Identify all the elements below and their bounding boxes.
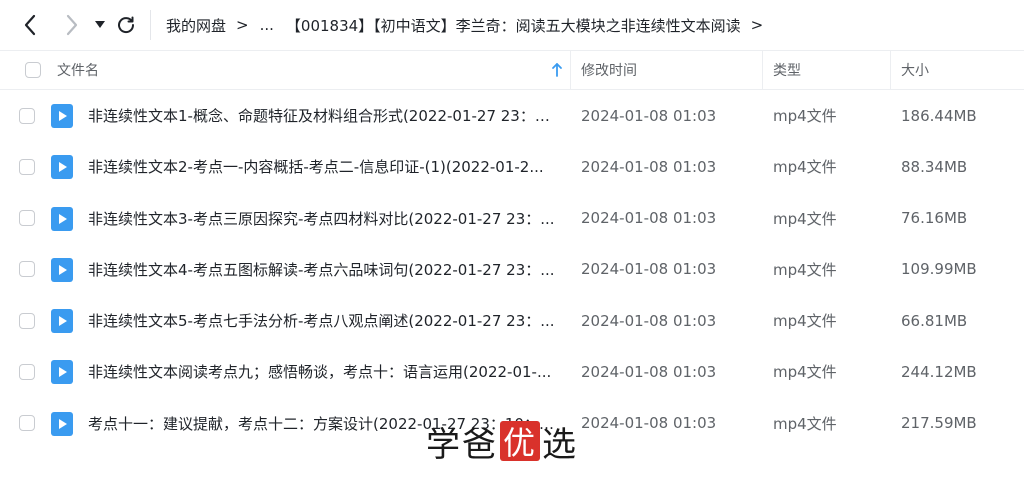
- column-header-size[interactable]: 大小: [901, 51, 929, 89]
- breadcrumb-separator: >: [236, 16, 249, 34]
- breadcrumb-separator[interactable]: >: [751, 16, 764, 34]
- file-size: 66.81MB: [901, 311, 968, 330]
- video-file-icon: [51, 257, 73, 282]
- column-header-modified[interactable]: 修改时间: [581, 51, 637, 89]
- watermark: 学 爸 优 选: [426, 417, 578, 465]
- caret-down-icon: [95, 21, 105, 28]
- table-row[interactable]: 非连续性文本2-考点一-内容概括-考点二-信息印证-(1)(2022-01-2.…: [0, 141, 1024, 192]
- file-modified: 2024-01-08 01:03: [581, 362, 717, 381]
- forward-button[interactable]: [60, 10, 84, 40]
- file-name[interactable]: 非连续性文本阅读考点九；感悟畅谈，考点十：语言运用(2022-01-...: [88, 346, 558, 397]
- file-name[interactable]: 非连续性文本3-考点三原因探究-考点四材料对比(2022-01-27 23：..…: [88, 193, 558, 244]
- video-file-icon: [51, 411, 73, 436]
- watermark-char: 选: [542, 424, 578, 465]
- video-file-icon: [51, 206, 73, 231]
- file-type: mp4文件: [773, 414, 837, 433]
- breadcrumb-root[interactable]: 我的网盘: [166, 15, 226, 36]
- file-size: 186.44MB: [901, 106, 977, 125]
- file-list: 非连续性文本1-概念、命题特征及材料组合形式(2022-01-27 23：0..…: [0, 90, 1024, 449]
- refresh-button[interactable]: [114, 10, 138, 40]
- file-name[interactable]: 非连续性文本1-概念、命题特征及材料组合形式(2022-01-27 23：0..…: [88, 90, 558, 141]
- breadcrumb: 我的网盘 > ... 【001834】【初中语文】李兰奇：阅读五大模块之非连续性…: [166, 0, 774, 50]
- file-name-text[interactable]: 非连续性文本阅读考点九；感悟畅谈，考点十：语言运用(2022-01-...: [88, 361, 551, 382]
- table-row[interactable]: 非连续性文本1-概念、命题特征及材料组合形式(2022-01-27 23：0..…: [0, 90, 1024, 141]
- file-modified: 2024-01-08 01:03: [581, 311, 717, 330]
- select-all-checkbox[interactable]: [25, 62, 41, 78]
- file-size: 109.99MB: [901, 260, 977, 279]
- file-name[interactable]: 非连续性文本5-考点七手法分析-考点八观点阐述(2022-01-27 23：..…: [88, 295, 558, 346]
- row-checkbox[interactable]: [19, 210, 35, 227]
- toolbar-divider: [150, 10, 151, 40]
- column-divider[interactable]: [570, 51, 571, 89]
- sort-ascending-icon[interactable]: [551, 62, 563, 78]
- file-name[interactable]: 非连续性文本4-考点五图标解读-考点六品味词句(2022-01-27 23：..…: [88, 244, 558, 295]
- video-file-icon: [51, 360, 73, 385]
- file-type: mp4文件: [773, 363, 837, 382]
- video-file-icon: [51, 309, 73, 334]
- row-checkbox[interactable]: [19, 261, 35, 278]
- file-type: mp4文件: [773, 107, 837, 125]
- refresh-icon: [118, 16, 135, 34]
- back-button[interactable]: [18, 10, 42, 40]
- row-checkbox[interactable]: [19, 107, 35, 124]
- table-row[interactable]: 非连续性文本5-考点七手法分析-考点八观点阐述(2022-01-27 23：..…: [0, 295, 1024, 346]
- watermark-char: 学: [426, 424, 462, 465]
- file-name-text[interactable]: 非连续性文本3-考点三原因探究-考点四材料对比(2022-01-27 23：..…: [88, 208, 555, 229]
- table-row[interactable]: 非连续性文本4-考点五图标解读-考点六品味词句(2022-01-27 23：..…: [0, 244, 1024, 295]
- video-file-icon: [51, 104, 73, 128]
- file-name-text[interactable]: 非连续性文本2-考点一-内容概括-考点二-信息印证-(1)(2022-01-2.…: [88, 156, 544, 177]
- history-dropdown-button[interactable]: [92, 10, 108, 40]
- chevron-right-icon: [66, 14, 78, 36]
- breadcrumb-ellipsis[interactable]: ...: [260, 16, 274, 34]
- column-divider[interactable]: [890, 51, 891, 89]
- video-file-icon: [51, 155, 73, 180]
- row-checkbox[interactable]: [19, 158, 35, 175]
- file-type: mp4文件: [773, 260, 837, 279]
- file-type: mp4文件: [773, 312, 837, 331]
- row-checkbox[interactable]: [19, 363, 35, 380]
- watermark-char: 爸: [462, 424, 498, 465]
- table-row[interactable]: 非连续性文本3-考点三原因探究-考点四材料对比(2022-01-27 23：..…: [0, 193, 1024, 244]
- table-header: 文件名 修改时间 类型 大小: [0, 50, 1024, 90]
- select-all-cell: [25, 51, 41, 89]
- file-name-text[interactable]: 非连续性文本1-概念、命题特征及材料组合形式(2022-01-27 23：0..…: [88, 105, 558, 126]
- watermark-highlight: 优: [500, 421, 540, 462]
- column-header-name[interactable]: 文件名: [57, 51, 99, 89]
- file-size: 88.34MB: [901, 157, 968, 176]
- file-type: mp4文件: [773, 158, 837, 177]
- breadcrumb-current-folder[interactable]: 【001834】【初中语文】李兰奇：阅读五大模块之非连续性文本阅读: [286, 15, 741, 36]
- file-name-text[interactable]: 非连续性文本4-考点五图标解读-考点六品味词句(2022-01-27 23：..…: [88, 259, 555, 280]
- column-divider[interactable]: [762, 51, 763, 89]
- file-modified: 2024-01-08 01:03: [581, 209, 717, 228]
- file-modified: 2024-01-08 01:03: [581, 157, 717, 176]
- file-size: 244.12MB: [901, 362, 977, 381]
- table-row[interactable]: 非连续性文本阅读考点九；感悟畅谈，考点十：语言运用(2022-01-... 20…: [0, 346, 1024, 397]
- file-name[interactable]: 非连续性文本2-考点一-内容概括-考点二-信息印证-(1)(2022-01-2.…: [88, 141, 558, 192]
- top-toolbar: 我的网盘 > ... 【001834】【初中语文】李兰奇：阅读五大模块之非连续性…: [0, 0, 1024, 50]
- file-modified: 2024-01-08 01:03: [581, 260, 717, 279]
- row-checkbox[interactable]: [19, 312, 35, 329]
- row-checkbox[interactable]: [19, 415, 35, 432]
- file-modified: 2024-01-08 01:03: [581, 106, 717, 125]
- file-modified: 2024-01-08 01:03: [581, 414, 717, 433]
- file-size: 217.59MB: [901, 414, 977, 433]
- file-type: mp4文件: [773, 209, 837, 228]
- file-name-text[interactable]: 非连续性文本5-考点七手法分析-考点八观点阐述(2022-01-27 23：..…: [88, 310, 555, 331]
- chevron-left-icon: [24, 14, 36, 36]
- column-header-type[interactable]: 类型: [773, 51, 801, 89]
- file-size: 76.16MB: [901, 209, 968, 228]
